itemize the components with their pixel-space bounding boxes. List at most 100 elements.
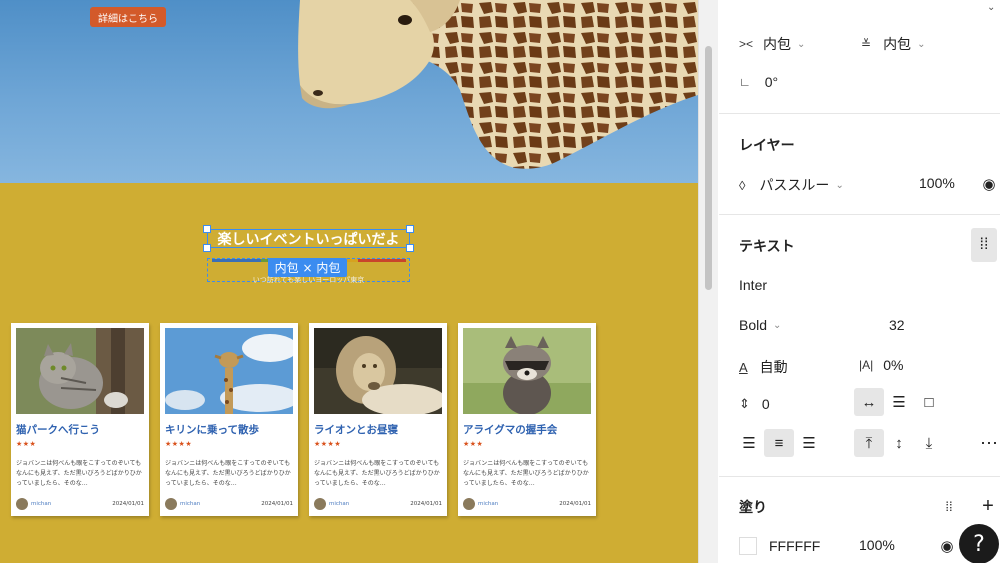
- author-avatar: [16, 498, 28, 510]
- horizontal-hug-icon: ><: [739, 37, 754, 51]
- blend-mode-value: パススルー: [759, 177, 830, 193]
- scrollbar-thumb[interactable]: [705, 46, 712, 290]
- width-sizing-dropdown[interactable]: >< 内包 ⌄: [739, 34, 805, 54]
- letter-spacing-value: 0%: [883, 357, 904, 373]
- card-title: アライグマの握手会: [463, 424, 558, 436]
- layer-opacity-value: 100%: [919, 175, 955, 191]
- event-card-giraffe[interactable]: キリンに乗って散歩 ★★★★ ジョバンニは何べんも眼をこすってのぞいてもなんにも…: [160, 323, 298, 516]
- resize-handle-tl[interactable]: [203, 225, 211, 233]
- card-description: ジョバンニは何べんも眼をこすってのぞいてもなんにも見えず、ただ黒いびろうどばかり…: [314, 460, 440, 487]
- chevron-down-icon: ⌄: [773, 319, 782, 331]
- paragraph-spacing-value: 0: [761, 396, 770, 412]
- align-bottom-icon[interactable]: ⤓: [914, 429, 944, 457]
- post-date: 2024/01/01: [261, 501, 293, 507]
- section-divider: [719, 113, 1000, 114]
- align-right-icon[interactable]: ☰: [794, 429, 824, 457]
- font-family-value: Inter: [739, 277, 768, 293]
- card-description: ジョバンニは何べんも眼をこすってのぞいてもなんにも見えず、ただ黒いびろうどばかり…: [16, 460, 142, 487]
- design-canvas[interactable]: 詳細はこちら 楽しいイベントいっぱいだよ いつ訪れても楽しいヨーロッパ東京 内包…: [0, 0, 698, 563]
- font-size-field[interactable]: 32: [889, 317, 905, 333]
- properties-panel: ⌄ >< 内包 ⌄ ≚ 内包 ⌄ ∟ 0° レイヤー ◊ パススルー ⌄ 100…: [719, 0, 1000, 563]
- auto-width-icon[interactable]: ↔: [854, 388, 884, 416]
- fill-hex-value: FFFFFF: [769, 538, 821, 554]
- help-button[interactable]: ?: [959, 524, 999, 563]
- layer-opacity-field[interactable]: 100%: [919, 175, 955, 191]
- section-divider: [719, 214, 1000, 215]
- event-card-lion[interactable]: ライオンとお昼寝 ★★★★ ジョバンニは何べんも眼をこすってのぞいてもなんにも見…: [309, 323, 447, 516]
- author-avatar: [165, 498, 177, 510]
- post-date: 2024/01/01: [112, 501, 144, 507]
- paragraph-spacing-field[interactable]: ⇕ 0: [739, 396, 770, 412]
- align-left-icon[interactable]: ☰: [734, 429, 764, 457]
- rating-stars: ★★★: [16, 440, 37, 448]
- line-height-field[interactable]: A 自動: [739, 357, 788, 377]
- eye-icon[interactable]: ◉: [974, 170, 1000, 198]
- author-avatar: [463, 498, 475, 510]
- event-card-raccoon[interactable]: アライグマの握手会 ★★★ ジョバンニは何べんも眼をこすってのぞいてもなんにも見…: [458, 323, 596, 516]
- letter-spacing-field[interactable]: |A| 0%: [859, 357, 903, 373]
- resize-handle-br[interactable]: [406, 244, 414, 252]
- font-weight-dropdown[interactable]: Bold ⌄: [739, 317, 781, 333]
- vertical-hug-icon: ≚: [861, 37, 872, 51]
- angle-icon: ∟: [739, 75, 751, 89]
- blend-mode-dropdown[interactable]: ◊ パススルー ⌄: [739, 175, 844, 195]
- author-name: michan: [329, 501, 350, 507]
- author-avatar: [314, 498, 326, 510]
- chevron-down-icon: ⌄: [917, 38, 926, 50]
- rating-stars: ★★★: [463, 440, 484, 448]
- chevron-down-icon: ⌄: [835, 179, 844, 191]
- line-height-icon: A: [739, 359, 748, 375]
- hug-size-badge: 内包 × 内包: [268, 258, 347, 277]
- rotation-field[interactable]: ∟ 0°: [739, 74, 778, 90]
- post-date: 2024/01/01: [410, 501, 442, 507]
- detail-button[interactable]: 詳細はこちら: [90, 7, 166, 27]
- author-name: michan: [478, 501, 499, 507]
- card-description: ジョバンニは何べんも眼をこすってのぞいてもなんにも見えず、ただ黒いびろうどばかり…: [165, 460, 291, 487]
- card-title: 猫パークへ行こう: [16, 424, 100, 436]
- card-description: ジョバンニは何べんも眼をこすってのぞいてもなんにも見えず、ただ黒いびろうどばかり…: [463, 460, 589, 487]
- fill-color-swatch[interactable]: [739, 537, 757, 555]
- rating-stars: ★★★★: [165, 440, 193, 448]
- collapse-chevron-icon[interactable]: ⌄: [987, 2, 995, 13]
- fill-section-title: 塗り: [739, 499, 767, 515]
- fixed-size-icon[interactable]: □: [914, 388, 944, 416]
- raccoon-photo: [463, 328, 591, 414]
- fill-visibility-eye-icon[interactable]: ◉: [932, 532, 962, 560]
- fill-styles-grid-icon[interactable]: ⁞⁞: [934, 492, 964, 520]
- line-height-value: 自動: [759, 359, 788, 375]
- auto-height-icon[interactable]: ☰: [884, 388, 914, 416]
- lion-photo: [314, 328, 442, 414]
- chevron-down-icon: ⌄: [797, 38, 806, 50]
- canvas-scrollbar[interactable]: [698, 0, 718, 563]
- letter-spacing-icon: |A|: [859, 358, 874, 372]
- selected-heading-text[interactable]: 楽しいイベントいっぱいだよ: [207, 229, 410, 248]
- width-sizing-value: 内包: [763, 36, 792, 52]
- author-name: michan: [180, 501, 201, 507]
- section-divider: [719, 476, 1000, 477]
- event-card-cat[interactable]: 猫パークへ行こう ★★★ ジョバンニは何べんも眼をこすってのぞいてもなんにも見え…: [11, 323, 149, 516]
- rotation-value: 0°: [764, 74, 779, 90]
- layer-section-title: レイヤー: [739, 137, 795, 153]
- align-center-icon[interactable]: ≡: [764, 429, 794, 457]
- resize-handle-tr[interactable]: [406, 225, 414, 233]
- fill-opacity-value: 100%: [859, 537, 895, 553]
- fill-color-row[interactable]: FFFFFF: [739, 537, 820, 555]
- blend-drop-icon: ◊: [739, 177, 746, 193]
- font-size-value: 32: [889, 317, 905, 333]
- card-title: ライオンとお昼寝: [314, 424, 398, 436]
- resize-handle-bl[interactable]: [203, 244, 211, 252]
- paragraph-spacing-icon: ⇕: [739, 396, 750, 411]
- height-sizing-dropdown[interactable]: ≚ 内包 ⌄: [861, 34, 925, 54]
- add-fill-icon[interactable]: +: [973, 492, 1000, 520]
- font-weight-value: Bold: [739, 317, 768, 333]
- card-title: キリンに乗って散歩: [165, 424, 259, 436]
- more-options-icon[interactable]: ⋯: [974, 429, 1000, 457]
- align-middle-icon[interactable]: ↕: [884, 429, 914, 457]
- text-styles-grid-icon[interactable]: ⁞⁞: [971, 228, 997, 262]
- text-section-title: テキスト: [739, 238, 795, 254]
- giraffe-photo: [165, 328, 293, 414]
- height-sizing-value: 内包: [883, 36, 912, 52]
- fill-opacity-field[interactable]: 100%: [859, 537, 895, 553]
- align-top-icon[interactable]: ⤒: [854, 429, 884, 457]
- font-family-field[interactable]: Inter: [739, 277, 767, 293]
